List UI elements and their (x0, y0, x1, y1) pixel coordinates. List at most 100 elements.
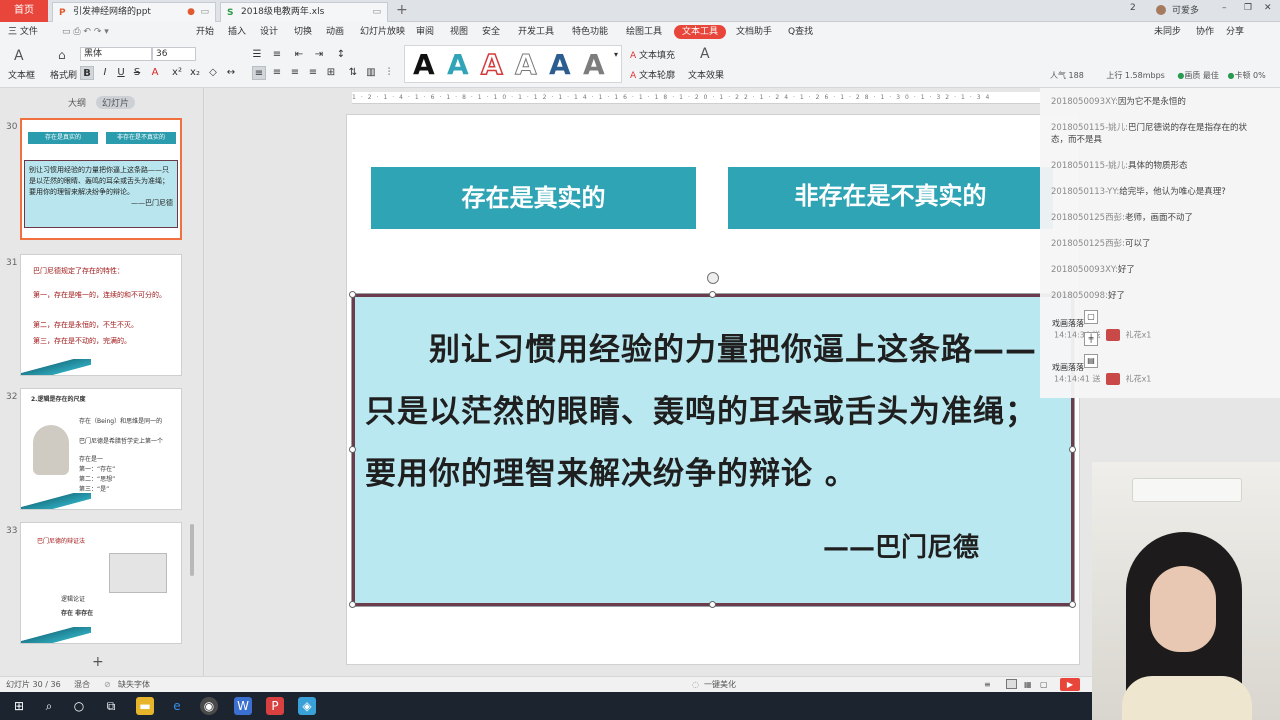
style-red-outline-icon[interactable]: A (480, 46, 503, 84)
tab-close-icon[interactable]: ▭ (372, 3, 381, 21)
menu-developer[interactable]: 开发工具 (518, 22, 554, 42)
resize-handle[interactable] (1069, 601, 1076, 608)
quick-access-icons[interactable]: ▭ ⎙ ↶ ↷ ▾ (62, 22, 109, 42)
underline-button[interactable]: U (114, 66, 128, 80)
columns-icon[interactable]: ▥ (364, 66, 378, 80)
menu-security[interactable]: 安全 (482, 22, 500, 42)
collaborate-button[interactable]: 协作 (1196, 22, 1214, 42)
play-slideshow-icon[interactable]: ▶ (1060, 678, 1080, 691)
text-outline-button[interactable]: A 文本轮廓 (630, 68, 675, 81)
menu-special[interactable]: 特色功能 (572, 22, 608, 42)
slide-thumbnail-32[interactable]: 2.逻辑是存在的尺度 存在（Being）和思维是同一的 巴门尼德是希腊哲学史上第… (20, 388, 182, 510)
menu-slideshow[interactable]: 幻灯片放映 (360, 22, 405, 42)
windows-start-icon[interactable]: ⊞ (10, 697, 28, 715)
normal-view-icon[interactable] (1006, 679, 1017, 689)
font-size-select[interactable]: 36 (152, 47, 196, 61)
char-spacing-icon[interactable]: ↔ (224, 66, 238, 80)
resize-handle[interactable] (1069, 446, 1076, 453)
style-teal-icon[interactable]: A (447, 46, 469, 84)
text-box-button[interactable]: 文本框 (8, 68, 35, 81)
menu-drawing-tools[interactable]: 绘图工具 (626, 22, 662, 42)
app-icon[interactable]: ◉ (200, 697, 218, 715)
subscript-button[interactable]: x₂ (188, 66, 202, 80)
copy-icon[interactable]: ▢ (1084, 310, 1098, 324)
resize-handle[interactable] (349, 601, 356, 608)
text-effect-button[interactable]: 文本效果 (688, 68, 724, 81)
superscript-button[interactable]: x² (170, 66, 184, 80)
style-gray-outline-icon[interactable]: A (515, 46, 538, 84)
style-navy-icon[interactable]: A (549, 46, 571, 84)
menu-insert[interactable]: 插入 (228, 22, 246, 42)
close-window-button[interactable]: ✕ (1264, 3, 1272, 13)
user-name[interactable]: 可爱多 (1172, 3, 1199, 16)
bold-button[interactable]: B (80, 66, 94, 80)
justify-icon[interactable]: ≡ (306, 66, 320, 80)
task-view-icon[interactable]: ⧉ (102, 697, 120, 715)
tab-ppt-document[interactable]: P 引发神经网络的ppt ● ▭ (52, 2, 216, 22)
grid-icon[interactable]: ╪ (1084, 332, 1098, 346)
reading-view-icon[interactable]: ▢ (1040, 677, 1048, 692)
layout-icon[interactable]: ▤ (1084, 354, 1098, 368)
home-tab[interactable]: 首页 (0, 0, 48, 22)
cortana-icon[interactable]: ○ (70, 697, 88, 715)
notification-badge[interactable]: 2 (1130, 3, 1136, 13)
maximize-button[interactable]: ❐ (1244, 3, 1252, 13)
avatar[interactable] (1156, 5, 1166, 15)
sorter-view-icon[interactable]: ▦ (1024, 677, 1032, 692)
menu-doc-assistant[interactable]: 文档助手 (736, 22, 772, 42)
menu-text-tools[interactable]: 文本工具 (674, 25, 727, 39)
sync-status[interactable]: 未同步 (1154, 22, 1181, 42)
menu-review[interactable]: 审阅 (416, 22, 434, 42)
text-fill-button[interactable]: A 文本填充 (630, 48, 675, 61)
menu-animation[interactable]: 动画 (326, 22, 344, 42)
live-app-icon[interactable]: ◈ (298, 697, 316, 715)
horizontal-ruler[interactable]: 1·2·1·4·1·6·1·8·1·10·1·12·1·14·1·16·1·18… (352, 92, 1042, 104)
format-painter-icon[interactable]: ⌂ (58, 48, 66, 62)
align-right-icon[interactable]: ≡ (288, 66, 302, 80)
text-effect-icon[interactable]: A (700, 46, 710, 62)
line-spacing-icon[interactable]: ↕ (334, 48, 348, 62)
share-button[interactable]: 分享 (1226, 22, 1244, 42)
menu-design[interactable]: 设计 (260, 22, 278, 42)
tab-close-icon[interactable]: ▭ (200, 3, 209, 21)
quote-textbox[interactable]: 别让习惯用经验的力量把你逼上这条路——只是以茫然的眼睛、轰鸣的耳朵或舌头为准绳；… (351, 293, 1075, 607)
search-icon[interactable]: ⌕ (40, 697, 58, 715)
menu-file[interactable]: 三 文件 (8, 22, 38, 42)
text-style-gallery[interactable]: A A A A A A (404, 45, 622, 83)
menu-view[interactable]: 视图 (450, 22, 468, 42)
indent-increase-icon[interactable]: ⇥ (312, 48, 326, 62)
notes-icon[interactable]: ≡ (984, 677, 991, 692)
wps-writer-icon[interactable]: W (234, 697, 252, 715)
tab-slides[interactable]: 幻灯片 (96, 96, 136, 109)
distribute-icon[interactable]: ⊞ (324, 66, 338, 80)
resize-handle[interactable] (349, 446, 356, 453)
style-gray-icon[interactable]: A (583, 46, 605, 84)
tab-xls-document[interactable]: S 2018级电教两年.xls ▭ (220, 2, 388, 22)
gallery-scroll-icon[interactable]: ▾ (614, 50, 618, 59)
strikethrough-button[interactable]: S (130, 66, 144, 80)
format-painter-button[interactable]: 格式刷 (50, 68, 77, 81)
rotate-handle-icon[interactable] (707, 272, 719, 284)
resize-handle[interactable] (709, 601, 716, 608)
align-center-icon[interactable]: ≡ (270, 66, 284, 80)
text-box-icon[interactable]: A (14, 48, 24, 64)
existence-box[interactable]: 存在是真实的 (371, 167, 696, 229)
non-existence-box[interactable]: 非存在是不真实的 (728, 167, 1053, 229)
slide-thumbnail-30[interactable]: 存在是真实的 非存在是不真实的 别让习惯用经验的力量把你逼上这条路——只是以茫然… (20, 118, 182, 240)
font-color-button[interactable]: A (148, 66, 162, 80)
new-tab-button[interactable]: + (396, 2, 408, 18)
thumbnail-scrollbar[interactable] (190, 524, 194, 576)
quote-text[interactable]: 别让习惯用经验的力量把你逼上这条路——只是以茫然的眼睛、轰鸣的耳朵或舌头为准绳；… (365, 319, 1065, 505)
add-slide-button[interactable]: + (92, 654, 104, 670)
slide-thumbnail-31[interactable]: 巴门尼德规定了存在的特性： 第一，存在是唯一的，连续的和不可分的。 第二，存在是… (20, 254, 182, 376)
text-direction-icon[interactable]: ⇅ (346, 66, 360, 80)
align-left-icon[interactable]: ≡ (252, 66, 266, 80)
slide-thumbnail-33[interactable]: 巴门尼德的辩证法 逻辑论证 存在 非存在 (20, 522, 182, 644)
clear-format-icon[interactable]: ◇ (206, 66, 220, 80)
menu-transition[interactable]: 切换 (294, 22, 312, 42)
beautify-button[interactable]: 一键美化 (704, 677, 736, 692)
wps-presentation-icon[interactable]: P (266, 697, 284, 715)
menu-start[interactable]: 开始 (196, 22, 214, 42)
bullets-icon[interactable]: ☰ (250, 48, 264, 62)
resize-handle[interactable] (349, 291, 356, 298)
